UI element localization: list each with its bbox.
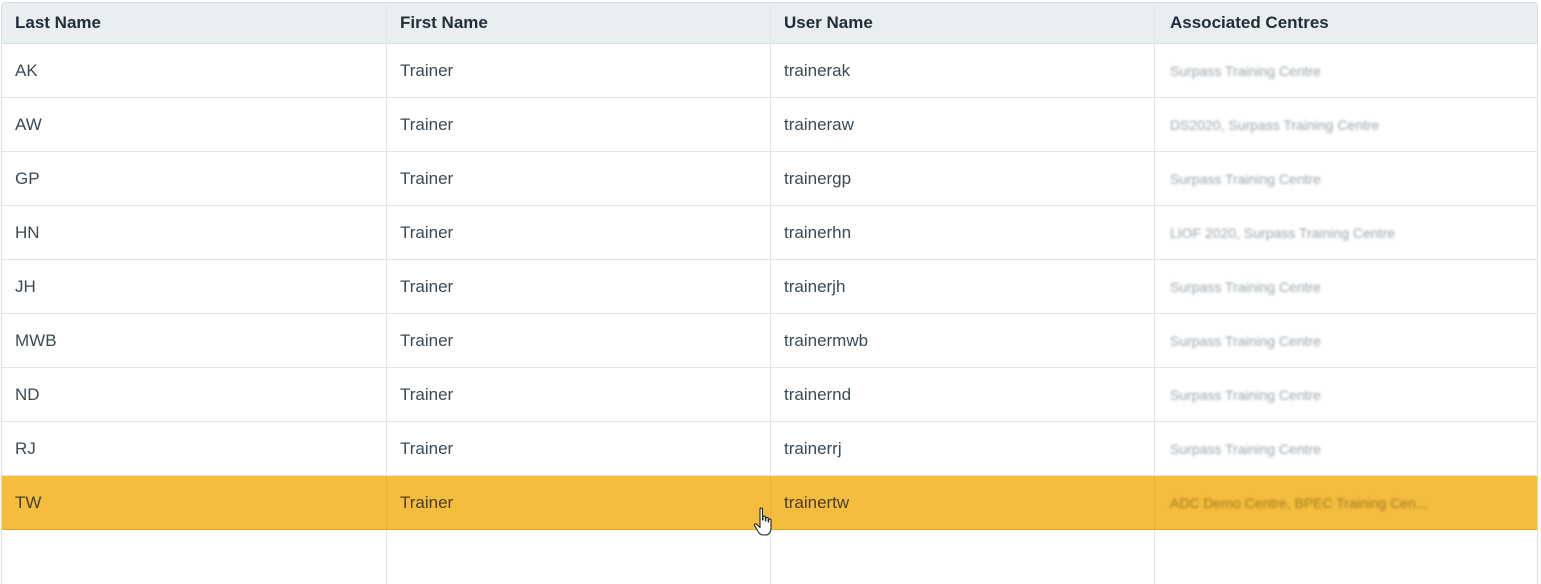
cell-associated-centres: Surpass Training Centre <box>1155 260 1537 313</box>
cell-last-name: ND <box>2 368 387 421</box>
table-row[interactable]: MWB Trainer trainermwb Surpass Training … <box>2 314 1537 368</box>
cell-last-name: AK <box>2 44 387 97</box>
cell-user-name: trainerhn <box>771 206 1155 259</box>
cell-associated-centres: Surpass Training Centre <box>1155 422 1537 475</box>
cell-associated-centres: DS2020, Surpass Training Centre <box>1155 98 1537 151</box>
empty-cell <box>1155 530 1537 584</box>
cell-last-name: JH <box>2 260 387 313</box>
cell-last-name: AW <box>2 98 387 151</box>
cell-first-name: Trainer <box>387 44 771 97</box>
centres-text: Surpass Training Centre <box>1170 440 1321 457</box>
cell-first-name: Trainer <box>387 476 771 529</box>
table-row[interactable]: JH Trainer trainerjh Surpass Training Ce… <box>2 260 1537 314</box>
cell-associated-centres: ADC Demo Centre, BPEC Training Cen... <box>1155 476 1537 529</box>
centres-text: Surpass Training Centre <box>1170 278 1321 295</box>
centres-text: DS2020, Surpass Training Centre <box>1170 116 1380 133</box>
cell-last-name: MWB <box>2 314 387 367</box>
column-header-last-name[interactable]: Last Name <box>2 3 387 43</box>
table-row[interactable]: AK Trainer trainerak Surpass Training Ce… <box>2 44 1537 98</box>
cell-associated-centres: Surpass Training Centre <box>1155 314 1537 367</box>
cell-first-name: Trainer <box>387 260 771 313</box>
cell-associated-centres: LIOF 2020, Surpass Training Centre <box>1155 206 1537 259</box>
cell-user-name: traineraw <box>771 98 1155 151</box>
cell-first-name: Trainer <box>387 206 771 259</box>
cell-first-name: Trainer <box>387 368 771 421</box>
cell-last-name: HN <box>2 206 387 259</box>
table-row[interactable]: HN Trainer trainerhn LIOF 2020, Surpass … <box>2 206 1537 260</box>
cell-user-name: trainerrj <box>771 422 1155 475</box>
cell-first-name: Trainer <box>387 98 771 151</box>
column-header-user-name[interactable]: User Name <box>771 3 1155 43</box>
table-row[interactable]: GP Trainer trainergp Surpass Training Ce… <box>2 152 1537 206</box>
centres-text: ADC Demo Centre, BPEC Training Cen... <box>1170 494 1428 511</box>
cell-user-name: trainerjh <box>771 260 1155 313</box>
cell-first-name: Trainer <box>387 152 771 205</box>
table-row[interactable]: ND Trainer trainernd Surpass Training Ce… <box>2 368 1537 422</box>
empty-cell <box>771 530 1155 584</box>
empty-cell <box>387 530 771 584</box>
column-header-first-name[interactable]: First Name <box>387 3 771 43</box>
cell-first-name: Trainer <box>387 314 771 367</box>
empty-cell <box>2 530 387 584</box>
centres-text: Surpass Training Centre <box>1170 386 1321 403</box>
cell-last-name: TW <box>2 476 387 529</box>
cell-associated-centres: Surpass Training Centre <box>1155 152 1537 205</box>
hand-pointer-icon <box>753 507 772 536</box>
cell-user-name: trainermwb <box>771 314 1155 367</box>
cell-first-name: Trainer <box>387 422 771 475</box>
centres-text: LIOF 2020, Surpass Training Centre <box>1170 224 1395 241</box>
centres-text: Surpass Training Centre <box>1170 332 1321 349</box>
cell-last-name: GP <box>2 152 387 205</box>
table-row[interactable]: RJ Trainer trainerrj Surpass Training Ce… <box>2 422 1537 476</box>
table-row[interactable]: AW Trainer traineraw DS2020, Surpass Tra… <box>2 98 1537 152</box>
cell-user-name: trainertw <box>771 476 1155 529</box>
cell-last-name: RJ <box>2 422 387 475</box>
cell-associated-centres: Surpass Training Centre <box>1155 368 1537 421</box>
column-header-associated-centres[interactable]: Associated Centres <box>1155 3 1537 43</box>
cell-associated-centres: Surpass Training Centre <box>1155 44 1537 97</box>
centres-text: Surpass Training Centre <box>1170 62 1321 79</box>
cell-user-name: trainernd <box>771 368 1155 421</box>
cell-user-name: trainerak <box>771 44 1155 97</box>
centres-text: Surpass Training Centre <box>1170 170 1321 187</box>
cell-user-name: trainergp <box>771 152 1155 205</box>
users-table: Last Name First Name User Name Associate… <box>1 2 1538 584</box>
table-header: Last Name First Name User Name Associate… <box>2 3 1537 44</box>
